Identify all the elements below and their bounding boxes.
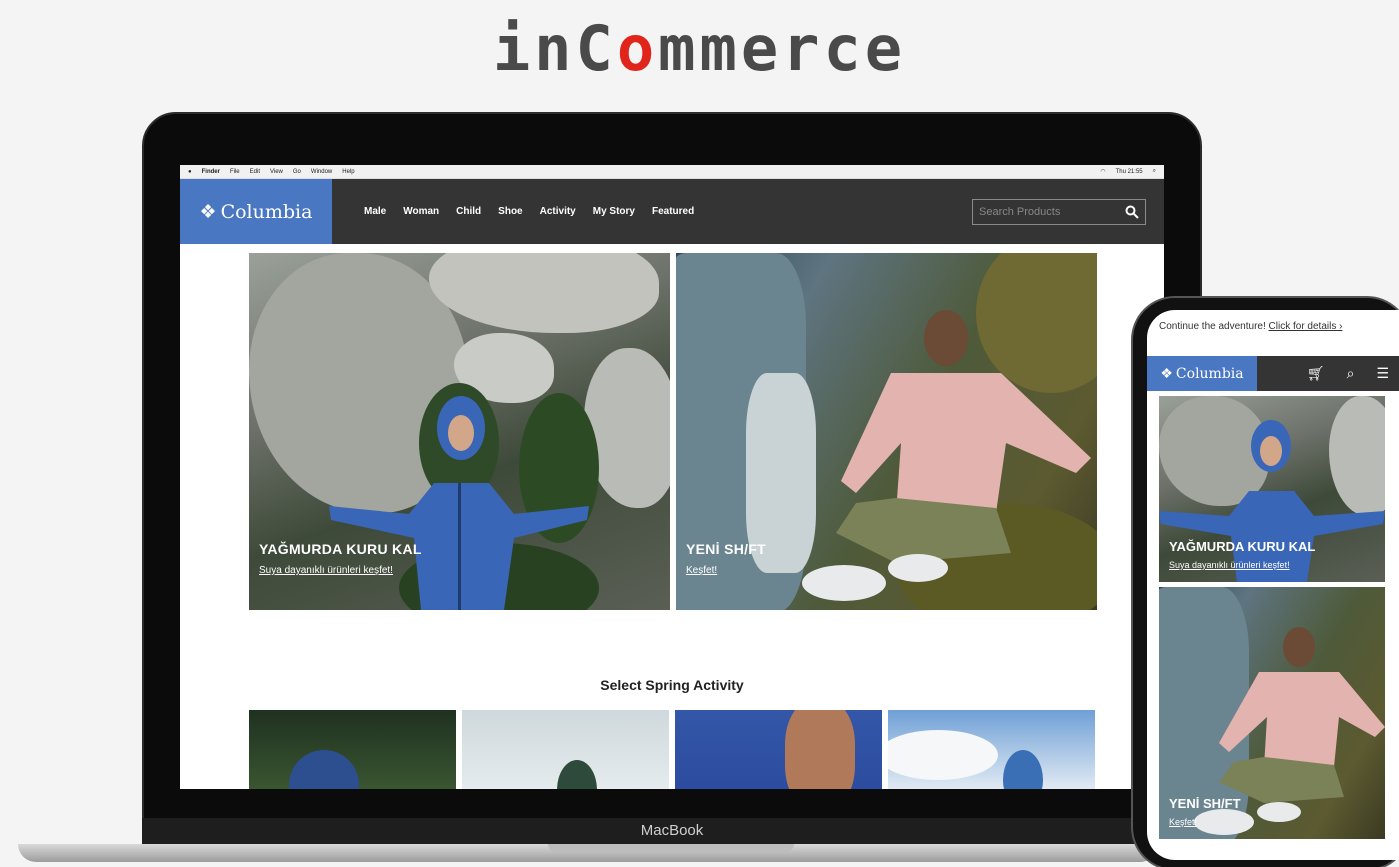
hero-title: YENİ SH/FT — [1169, 796, 1241, 811]
nav-my-story[interactable]: My Story — [593, 206, 635, 217]
laptop-base — [18, 844, 1158, 862]
search-icon[interactable] — [1125, 205, 1139, 219]
nav-woman[interactable]: Woman — [403, 206, 439, 217]
search-box — [972, 198, 1146, 225]
hero-title: YAĞMURDA KURU KAL — [1169, 539, 1316, 554]
apple-icon[interactable]: ● — [188, 169, 192, 175]
incommerce-logo: inCommerce — [492, 12, 907, 85]
woman-image — [802, 310, 1091, 601]
clock[interactable]: Thu 21:55 — [1116, 169, 1143, 175]
menubar-item[interactable]: View — [270, 169, 283, 175]
main-nav: Male Woman Child Shoe Activity My Story … — [364, 206, 694, 217]
nav-child[interactable]: Child — [456, 206, 481, 217]
columbia-logo[interactable]: ❖ Columbia — [180, 179, 332, 244]
wifi-icon[interactable]: ◠ — [1100, 168, 1105, 175]
hero-title: YAĞMURDA KURU KAL — [259, 541, 422, 557]
mobile-hero-card[interactable]: YENİ SH/FT Keşfet! — [1159, 587, 1385, 839]
hero-caption: YENİ SH/FT Keşfet! — [1169, 796, 1241, 827]
laptop-chin: MacBook — [142, 818, 1202, 844]
hero-link[interactable]: Suya dayanıklı ürünleri keşfet! — [1169, 560, 1315, 570]
menu-icon[interactable]: ☰ — [1376, 365, 1389, 382]
spotlight-icon[interactable]: ⌕ — [1153, 168, 1156, 175]
nav-activity[interactable]: Activity — [540, 206, 576, 217]
mac-menubar: ● Finder File Edit View Go Window Help ◠… — [180, 165, 1164, 179]
activity-card[interactable] — [675, 710, 882, 789]
search-input[interactable] — [979, 205, 1125, 218]
hero-caption: YAĞMURDA KURU KAL Suya dayanıklı ürünler… — [259, 541, 422, 576]
activity-card[interactable] — [888, 710, 1095, 789]
columbia-logo[interactable]: ❖ Columbia — [1147, 356, 1257, 391]
diamond-icon: ❖ — [1160, 365, 1173, 382]
nav-featured[interactable]: Featured — [652, 206, 694, 217]
diamond-icon: ❖ — [199, 200, 217, 223]
activity-card[interactable] — [462, 710, 669, 789]
menubar-item[interactable]: Go — [293, 169, 301, 175]
activity-card[interactable] — [249, 710, 456, 789]
hero-caption: YENİ SH/FT Keşfet! — [686, 541, 766, 576]
menubar-item[interactable]: Finder — [202, 169, 220, 175]
menubar-item[interactable]: Edit — [250, 169, 260, 175]
hero-link[interactable]: Keşfet! — [1169, 817, 1241, 827]
search-icon[interactable]: ⌕ — [1347, 365, 1355, 382]
hero-link[interactable]: Keşfet! — [686, 565, 766, 576]
nav-male[interactable]: Male — [364, 206, 386, 217]
activity-grid — [249, 710, 1095, 789]
hero-card-rain[interactable]: YAĞMURDA KURU KAL Suya dayanıklı ürünler… — [249, 253, 670, 610]
phone-screen: Continue the adventure! Click for detail… — [1147, 310, 1399, 860]
hero-caption: YAĞMURDA KURU KAL Suya dayanıklı ürünler… — [1169, 539, 1315, 570]
mobile-hero-card[interactable]: YAĞMURDA KURU KAL Suya dayanıklı ürünler… — [1159, 396, 1385, 582]
promo-link[interactable]: Click for details › — [1269, 321, 1343, 332]
hero-link[interactable]: Suya dayanıklı ürünleri keşfet! — [259, 565, 422, 576]
promo-text: Continue the adventure! — [1159, 321, 1266, 332]
nav-shoe[interactable]: Shoe — [498, 206, 522, 217]
mobile-header: ❖ Columbia 🛒︎ ⌕ ☰ — [1147, 356, 1399, 391]
promo-bar: Continue the adventure! Click for detail… — [1147, 310, 1399, 356]
menubar-item[interactable]: Help — [342, 169, 354, 175]
hiker-image — [329, 396, 589, 610]
menubar-item[interactable]: File — [230, 169, 240, 175]
site-header: ❖ Columbia Male Woman Child Shoe Activit… — [180, 179, 1164, 244]
hero-banners: YAĞMURDA KURU KAL Suya dayanıklı ürünler… — [249, 253, 1097, 610]
laptop-screen: ● Finder File Edit View Go Window Help ◠… — [180, 165, 1164, 789]
menubar-item[interactable]: Window — [311, 169, 332, 175]
hero-title: YENİ SH/FT — [686, 541, 767, 557]
promo-stage: inCommerce ● Finder File Edit View Go Wi… — [0, 0, 1399, 867]
section-title: Select Spring Activity — [600, 677, 744, 693]
cart-icon[interactable]: 🛒︎ — [1307, 365, 1325, 382]
hero-card-shift[interactable]: YENİ SH/FT Keşfet! — [676, 253, 1097, 610]
